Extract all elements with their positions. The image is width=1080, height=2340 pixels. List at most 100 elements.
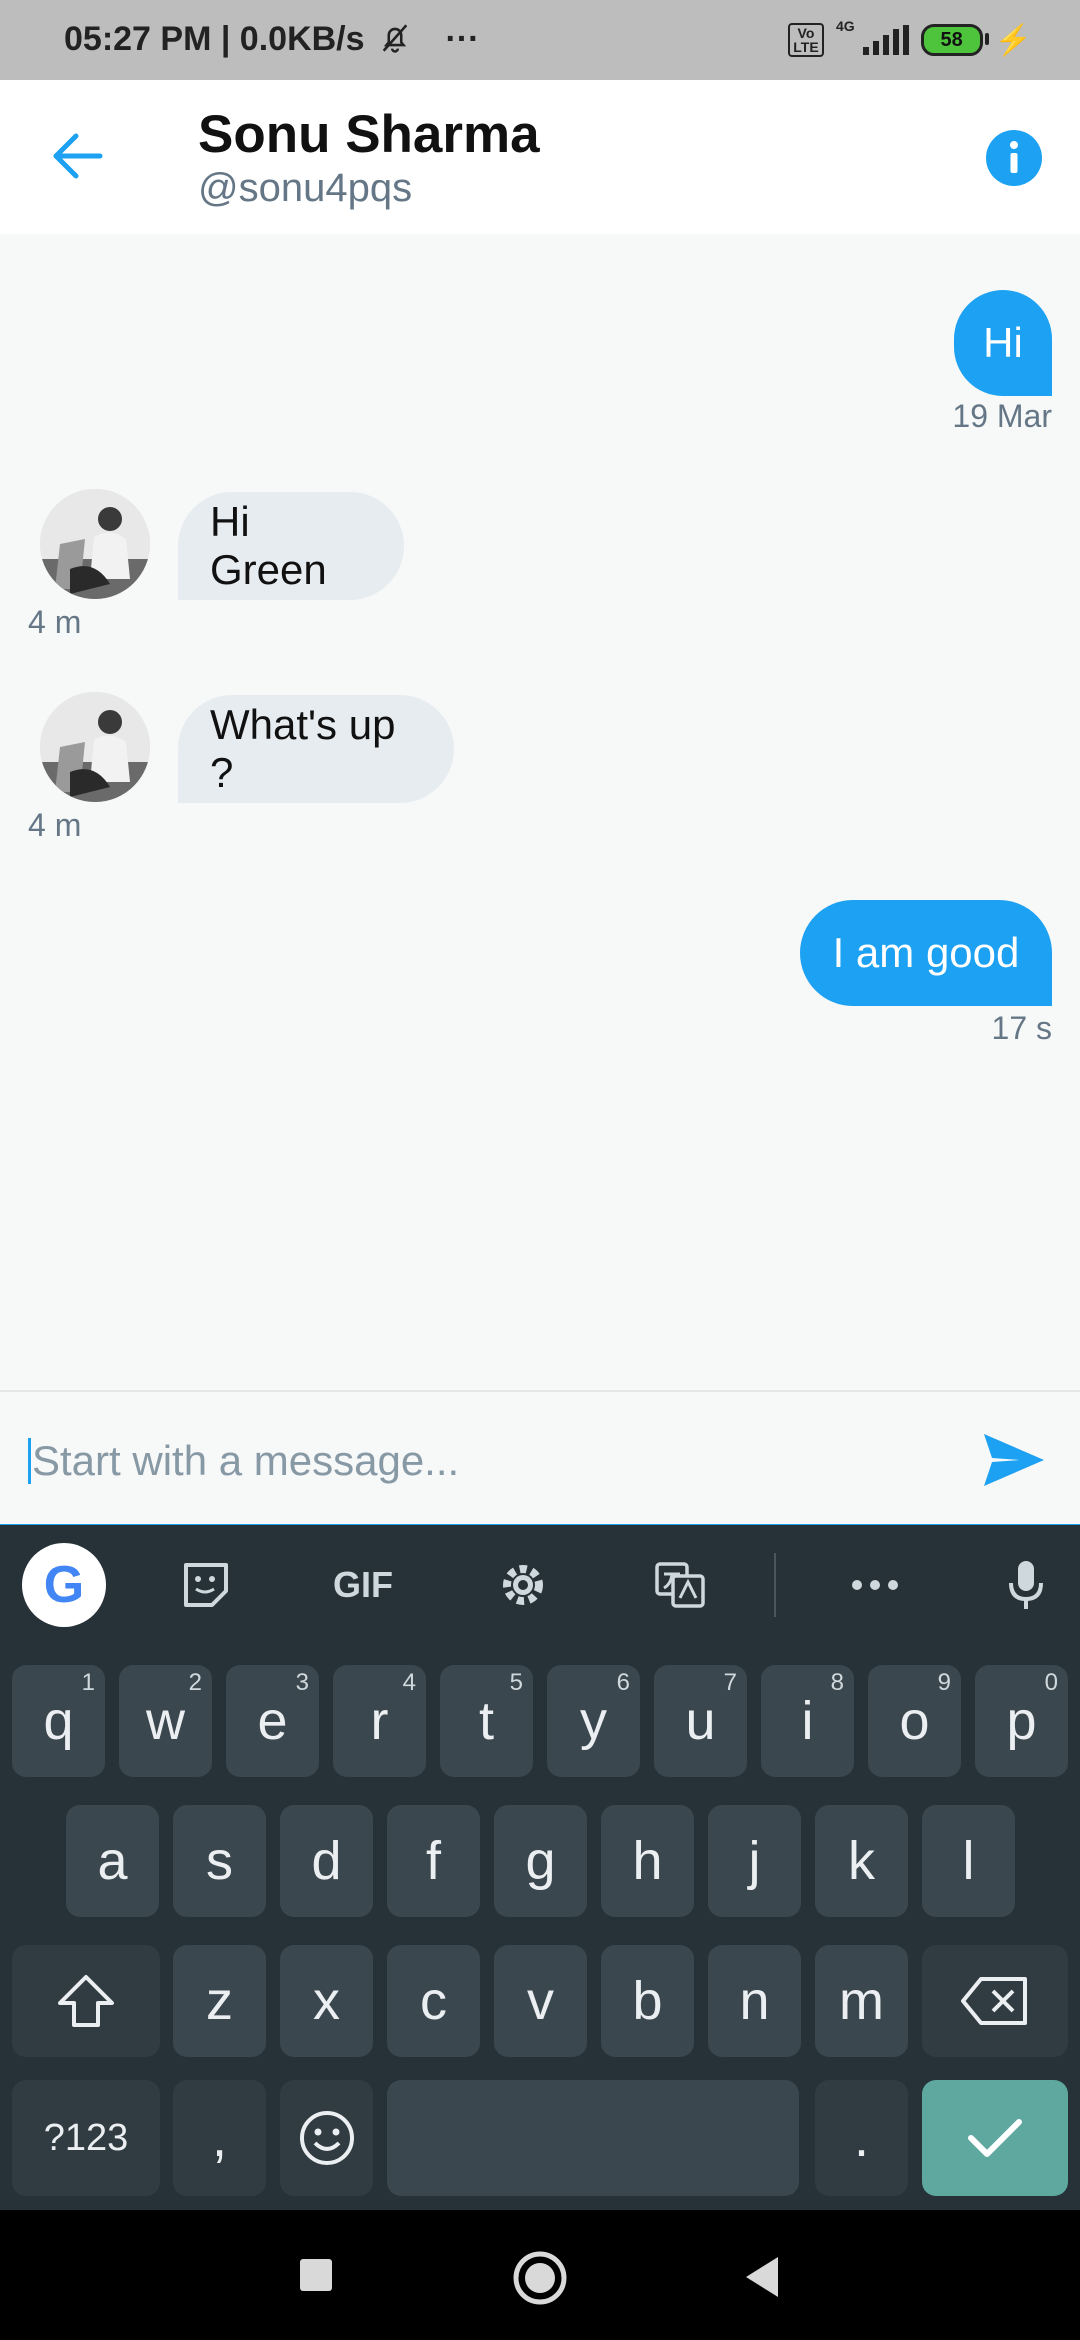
message-bubble-incoming[interactable]: What's up ?	[178, 695, 454, 803]
message-text: What's up ?	[210, 701, 396, 796]
key-label: t	[478, 1691, 494, 1751]
key-d[interactable]: d	[280, 1805, 373, 1917]
key-g[interactable]: g	[494, 1805, 587, 1917]
key-l[interactable]: l	[922, 1805, 1015, 1917]
backspace-icon	[961, 1977, 1027, 2025]
send-button[interactable]	[980, 1428, 1048, 1492]
gif-button[interactable]: GIF	[318, 1545, 408, 1625]
emoji-icon	[299, 2111, 354, 2165]
message-time: 4 m	[28, 807, 82, 843]
key-hint: 5	[509, 1669, 523, 1696]
key-hint: 7	[723, 1669, 737, 1696]
avatar-photo	[40, 489, 150, 599]
notifications-off-icon	[382, 24, 408, 53]
key-hint: 6	[616, 1669, 630, 1696]
navigation-bar	[0, 2210, 1080, 2340]
more-button[interactable]	[842, 1545, 908, 1625]
key-u[interactable]: u7	[654, 1665, 747, 1777]
message-text: Hi Green	[210, 498, 327, 593]
translate-icon	[655, 1562, 705, 1608]
sticker-button[interactable]	[170, 1545, 242, 1625]
key-o[interactable]: o9	[868, 1665, 961, 1777]
message-text: Hi	[983, 319, 1023, 366]
key-f[interactable]: f	[387, 1805, 480, 1917]
key-label: p	[1006, 1691, 1037, 1751]
space-key[interactable]	[387, 2080, 799, 2196]
emoji-key[interactable]	[280, 2080, 373, 2196]
key-label: v	[527, 1971, 554, 2031]
period-key[interactable]: .	[815, 2080, 908, 2196]
microphone-icon	[1009, 1561, 1043, 1609]
key-t[interactable]: t5	[440, 1665, 533, 1777]
network-type: 4G	[835, 18, 855, 34]
key-label: ?123	[43, 2116, 129, 2159]
key-label: l	[962, 1831, 975, 1891]
translate-button[interactable]	[650, 1545, 710, 1625]
key-label: y	[580, 1691, 607, 1751]
contact-handle: @sonu4pqs	[198, 166, 413, 210]
comma-key[interactable]: ,	[173, 2080, 266, 2196]
message-bubble-outgoing[interactable]: I am good	[800, 900, 1052, 1006]
shift-key[interactable]	[12, 1945, 160, 2057]
key-w[interactable]: w2	[119, 1665, 212, 1777]
key-n[interactable]: n	[708, 1945, 801, 2057]
key-v[interactable]: v	[494, 1945, 587, 2057]
key-a[interactable]: a	[66, 1805, 159, 1917]
key-label: d	[311, 1831, 342, 1891]
key-label: .	[853, 2108, 869, 2168]
back-button[interactable]	[46, 124, 110, 188]
gear-icon	[503, 1565, 543, 1605]
circle-icon	[513, 2251, 567, 2305]
key-x[interactable]: x	[280, 1945, 373, 2057]
key-c[interactable]: c	[387, 1945, 480, 2057]
settings-button[interactable]	[490, 1545, 556, 1625]
avatar[interactable]	[40, 489, 150, 599]
avatar-photo	[40, 692, 150, 802]
key-i[interactable]: i8	[761, 1665, 854, 1777]
home-button[interactable]	[512, 2250, 568, 2306]
contact-name: Sonu Sharma	[198, 105, 540, 164]
key-j[interactable]: j	[708, 1805, 801, 1917]
key-s[interactable]: s	[173, 1805, 266, 1917]
gif-label: GIF	[333, 1564, 393, 1605]
info-button[interactable]	[986, 130, 1042, 186]
key-label: m	[839, 1971, 884, 2031]
message-bubble-outgoing[interactable]: Hi	[954, 290, 1052, 396]
message-bubble-incoming[interactable]: Hi Green	[178, 492, 404, 600]
volte-icon: Vo LTE	[787, 23, 824, 57]
signal-icon	[862, 25, 909, 55]
key-label: w	[146, 1691, 185, 1751]
voice-input-button[interactable]	[998, 1545, 1054, 1625]
key-p[interactable]: p0	[975, 1665, 1068, 1777]
key-y[interactable]: y6	[547, 1665, 640, 1777]
key-label: z	[206, 1971, 233, 2031]
message-time: 19 Mar	[952, 398, 1052, 434]
key-label: i	[801, 1691, 814, 1751]
sticker-icon	[184, 1563, 228, 1607]
key-label: g	[525, 1831, 556, 1891]
charging-icon: ⚡	[994, 23, 1032, 57]
key-q[interactable]: q1	[12, 1665, 105, 1777]
google-button[interactable]: G	[22, 1543, 106, 1627]
back-nav-button[interactable]	[740, 2253, 784, 2301]
key-k[interactable]: k	[815, 1805, 908, 1917]
key-z[interactable]: z	[173, 1945, 266, 2057]
square-icon	[300, 2259, 332, 2291]
key-hint: 2	[188, 1669, 202, 1696]
backspace-key[interactable]	[922, 1945, 1068, 2057]
key-e[interactable]: e3	[226, 1665, 319, 1777]
key-b[interactable]: b	[601, 1945, 694, 2057]
key-m[interactable]: m	[815, 1945, 908, 2057]
symbols-key[interactable]: ?123	[12, 2080, 160, 2196]
key-label: x	[313, 1971, 340, 2031]
key-label: a	[97, 1831, 128, 1891]
more-horizontal-icon	[852, 1580, 898, 1590]
message-input[interactable]	[30, 1422, 954, 1500]
avatar[interactable]	[40, 692, 150, 802]
status-icons: Vo LTE 4G 58 ⚡	[787, 18, 1032, 62]
enter-key[interactable]	[922, 2080, 1068, 2196]
key-r[interactable]: r4	[333, 1665, 426, 1777]
key-h[interactable]: h	[601, 1805, 694, 1917]
recents-button[interactable]	[296, 2255, 336, 2295]
message-text: I am good	[832, 929, 1020, 976]
